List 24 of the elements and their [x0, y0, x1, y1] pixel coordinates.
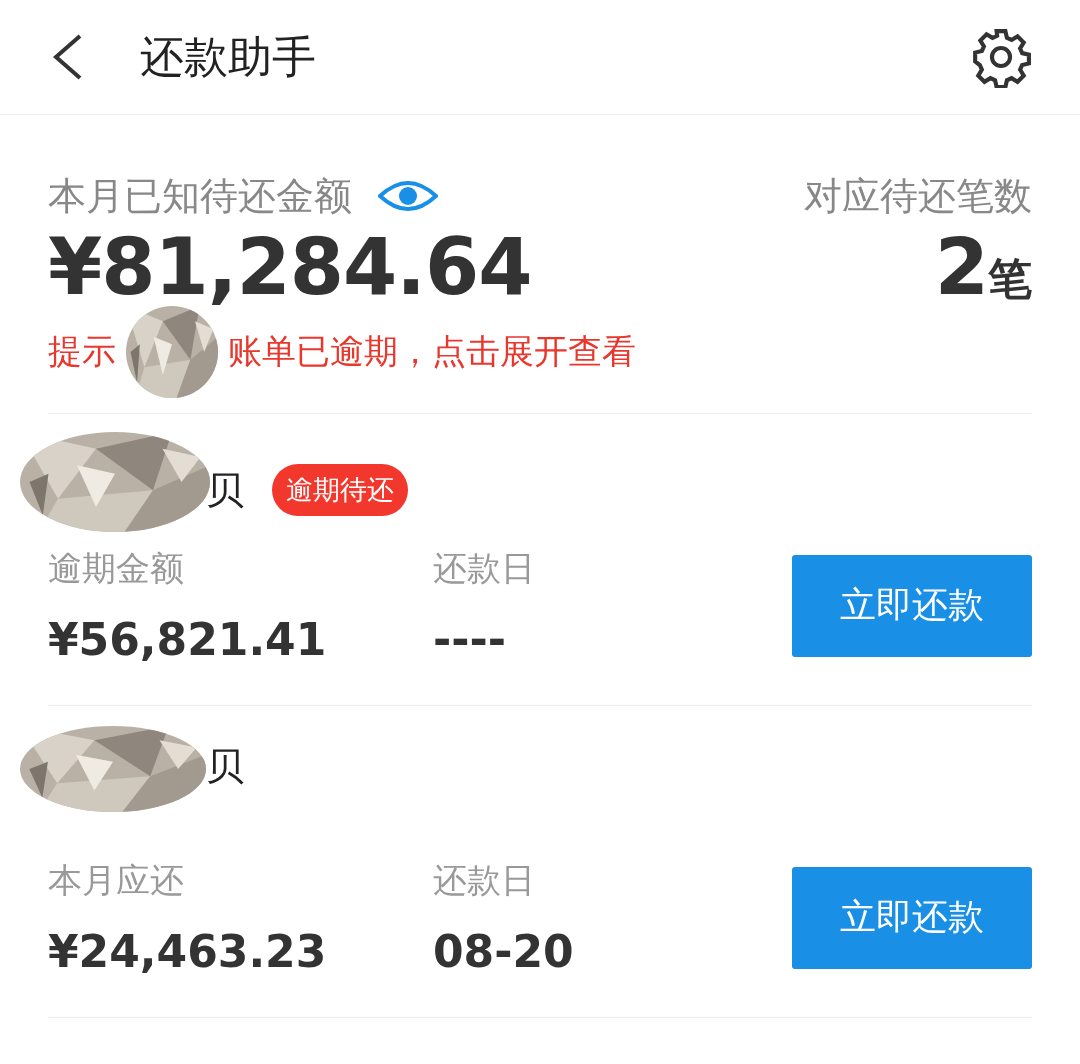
- due-date-label: 还款日: [433, 859, 536, 902]
- amount-label: 本月应还: [48, 859, 185, 902]
- hint-text[interactable]: 账单已逾期，点击展开查看: [228, 329, 636, 375]
- bill-count: 2: [934, 221, 988, 314]
- amount-label: 本月已知待还金额: [48, 173, 352, 219]
- count-unit: 笔: [988, 252, 1032, 306]
- total-amount: ¥81,284.64: [48, 221, 532, 314]
- settings-icon: [970, 26, 1032, 88]
- amount-label: 逾期金额: [48, 547, 185, 590]
- due-date: 08-20: [433, 926, 575, 977]
- overdue-tag: 逾期待还: [272, 464, 408, 516]
- page-title: 还款助手: [140, 29, 317, 84]
- count-label: 对应待还笔数: [804, 173, 1032, 219]
- due-date: ----: [433, 614, 508, 665]
- eye-icon[interactable]: [378, 178, 438, 214]
- due-date-label: 还款日: [433, 547, 536, 590]
- settings-button[interactable]: [970, 26, 1032, 88]
- pay-button[interactable]: 立即还款: [792, 866, 1032, 969]
- pay-button[interactable]: 立即还款: [792, 554, 1032, 657]
- bill-name: 贝: [206, 466, 244, 514]
- bill-name: 贝: [206, 742, 244, 790]
- bill-amount: ¥24,463.23: [48, 926, 328, 977]
- bill-amount: ¥56,821.41: [48, 614, 328, 665]
- hint-text[interactable]: 提示: [48, 329, 116, 375]
